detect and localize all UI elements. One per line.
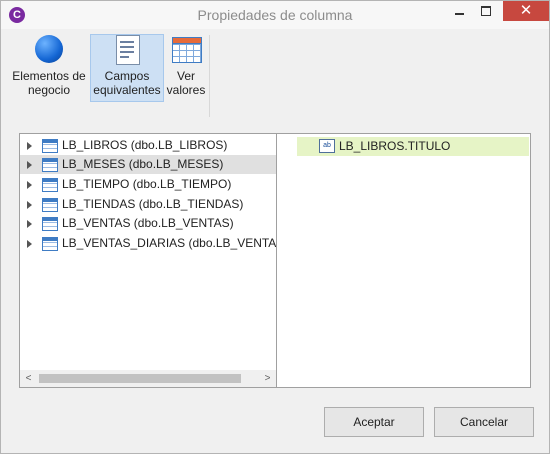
text-field-icon: ab: [319, 139, 335, 153]
scroll-left-button[interactable]: <: [20, 370, 37, 387]
tree-item[interactable]: LB_VENTAS (dbo.LB_VENTAS): [20, 214, 276, 233]
minimize-icon: [455, 13, 464, 15]
tree-item[interactable]: LB_TIENDAS (dbo.LB_TIENDAS): [20, 195, 276, 214]
view-values-button[interactable]: Ver valores: [165, 35, 207, 101]
table-icon: [42, 198, 58, 212]
view-values-label-2: valores: [166, 83, 206, 97]
expand-arrow-icon[interactable]: [27, 142, 32, 150]
scroll-right-button[interactable]: >: [259, 370, 276, 387]
blue-sphere-icon: [34, 35, 64, 65]
tree-item-label: LB_TIEMPO (dbo.LB_TIEMPO): [62, 177, 232, 191]
scrollbar-thumb[interactable]: [39, 374, 241, 383]
tree-item-label: LB_LIBROS (dbo.LB_LIBROS): [62, 138, 228, 152]
list-item-label: LB_LIBROS.TITULO: [339, 139, 451, 153]
ribbon-divider: [209, 35, 210, 117]
tree-item[interactable]: LB_LIBROS (dbo.LB_LIBROS): [20, 136, 276, 155]
tree-item-label: LB_VENTAS (dbo.LB_VENTAS): [62, 216, 234, 230]
table-icon: [42, 158, 58, 172]
equivalent-fields-button[interactable]: Campos equivalentes: [90, 34, 164, 102]
table-icon: [42, 217, 58, 231]
expand-arrow-icon[interactable]: [27, 201, 32, 209]
table-icon: [42, 237, 58, 251]
maximize-icon: [481, 6, 491, 16]
equivalent-fields-label-1: Campos: [104, 69, 150, 83]
table-icon: [42, 178, 58, 192]
equivalent-fields-label-2: equivalentes: [93, 83, 161, 97]
tree-item[interactable]: LB_TIEMPO (dbo.LB_TIEMPO): [20, 175, 276, 194]
accept-button[interactable]: Aceptar: [324, 407, 424, 437]
tree-item-label: LB_TIENDAS (dbo.LB_TIENDAS): [62, 197, 244, 211]
close-button[interactable]: ✕: [503, 1, 549, 21]
document-list-icon: [112, 35, 142, 65]
expand-arrow-icon[interactable]: [27, 181, 32, 189]
cancel-button[interactable]: Cancelar: [434, 407, 534, 437]
tree-item-selected[interactable]: LB_MESES (dbo.LB_MESES): [20, 155, 276, 174]
horizontal-scrollbar[interactable]: < >: [20, 370, 276, 387]
title-bar: C Propiedades de columna ✕: [1, 1, 549, 29]
table-grid-icon: [171, 35, 202, 65]
business-elements-label-2: negocio: [27, 83, 71, 97]
dialog-window: C Propiedades de columna ✕ Elementos de …: [0, 0, 550, 454]
business-elements-label-1: Elementos de: [12, 69, 86, 83]
equivalent-fields-panel[interactable]: ab LB_LIBROS.TITULO: [276, 133, 531, 388]
expand-arrow-icon[interactable]: [27, 240, 32, 248]
list-item[interactable]: ab LB_LIBROS.TITULO: [297, 137, 529, 156]
tables-tree-panel[interactable]: LB_LIBROS (dbo.LB_LIBROS) LB_MESES (dbo.…: [19, 133, 277, 388]
expand-arrow-icon[interactable]: [27, 161, 32, 169]
business-elements-button[interactable]: Elementos de negocio: [11, 35, 87, 101]
minimize-button[interactable]: [447, 1, 473, 21]
tree-item-label: LB_MESES (dbo.LB_MESES): [62, 157, 224, 171]
expand-arrow-icon[interactable]: [27, 220, 32, 228]
view-values-label-1: Ver: [176, 69, 195, 83]
tree-item-label: LB_VENTAS_DIARIAS (dbo.LB_VENTAS_D: [62, 236, 276, 250]
tree-item[interactable]: LB_VENTAS_DIARIAS (dbo.LB_VENTAS_D: [20, 234, 276, 253]
table-icon: [42, 139, 58, 153]
ribbon-toolbar: Elementos de negocio Campos equivalentes…: [3, 29, 547, 121]
maximize-button[interactable]: [473, 1, 499, 21]
